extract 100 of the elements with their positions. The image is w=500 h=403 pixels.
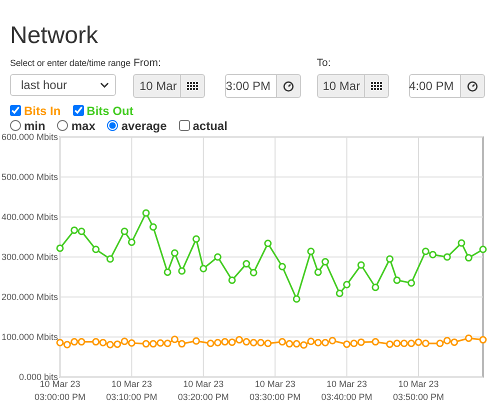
point [314, 338, 322, 346]
point [429, 250, 437, 258]
point [228, 276, 236, 284]
time-field[interactable]: 4:00 PM [408, 74, 461, 98]
point [322, 258, 330, 266]
point [300, 341, 308, 349]
point [142, 340, 150, 348]
point [350, 340, 358, 348]
mode-checkbox[interactable] [178, 120, 190, 131]
point [436, 340, 444, 348]
page-title: Network [9, 21, 100, 51]
date-field[interactable]: 10 Mar [133, 74, 182, 98]
point [170, 249, 178, 257]
time-field[interactable]: 3:00 PM [225, 74, 278, 98]
point [357, 261, 365, 269]
clock-button[interactable] [460, 74, 485, 98]
point [164, 268, 172, 276]
point [286, 340, 294, 348]
point [106, 255, 114, 263]
point [250, 268, 258, 276]
point [242, 338, 250, 346]
date-label: From: [133, 56, 161, 70]
point [278, 262, 286, 270]
chevron-icon [100, 82, 109, 88]
mode-label: min [24, 118, 46, 132]
x-axis-label: 10 Mar 23 03:40:00 PM [321, 379, 372, 402]
point [128, 339, 136, 347]
point [386, 340, 394, 348]
mode-radio[interactable] [10, 120, 21, 131]
point [357, 338, 365, 346]
point [128, 238, 136, 246]
x-axis-label: 10 Mar 23 03:00:00 PM [34, 379, 86, 402]
point [235, 336, 243, 344]
point [278, 338, 286, 346]
point [256, 338, 264, 346]
x-axis-label: 10 Mar 23 03:20:00 PM [178, 379, 229, 402]
point [393, 340, 401, 348]
point [242, 260, 250, 268]
point [292, 295, 300, 303]
clock-icon [283, 80, 294, 92]
point [408, 340, 416, 348]
point [214, 338, 222, 346]
x-axis-label: 10 Mar 23 03:10:00 PM [106, 379, 158, 402]
point [120, 228, 128, 236]
series-checkbox[interactable] [10, 105, 21, 116]
y-axis-label: 200.000 Mbits [1, 292, 58, 302]
mode-label: average [121, 118, 167, 132]
x-axis-label: 10 Mar 23 03:30:00 PM [250, 379, 301, 402]
point [322, 338, 330, 346]
point [120, 338, 128, 346]
mode-radio[interactable] [57, 120, 68, 131]
point [372, 338, 380, 346]
calendar-button[interactable] [364, 74, 389, 98]
point [292, 340, 300, 348]
mode-label: max [71, 118, 96, 132]
range-label: Select or enter date/time range [10, 57, 130, 70]
point [70, 338, 78, 346]
point [479, 336, 487, 344]
point [443, 253, 451, 261]
point [228, 338, 236, 346]
point [372, 284, 380, 292]
point [479, 246, 487, 254]
point [450, 338, 458, 346]
range-select[interactable]: last hour [10, 74, 116, 96]
point [414, 338, 422, 346]
point [408, 279, 416, 287]
point [343, 280, 351, 288]
point [149, 223, 157, 231]
point [178, 340, 186, 348]
mode-radio[interactable] [107, 120, 118, 131]
point [178, 267, 186, 275]
point [56, 338, 64, 346]
mode-label: actual [192, 118, 228, 132]
y-axis-label: 300.000 Mbits [1, 252, 58, 262]
series-label: Bits Out [86, 104, 134, 118]
point [264, 340, 272, 348]
clock-button[interactable] [277, 74, 302, 98]
y-axis-label: 100.000 Mbits [1, 332, 58, 342]
y-axis-label: 400.000 Mbits [1, 212, 58, 222]
calendar-button[interactable] [181, 74, 206, 98]
point [114, 340, 122, 348]
point [443, 336, 451, 344]
point [464, 334, 472, 342]
y-axis-label: 600.000 Mbits [1, 133, 58, 142]
point [264, 240, 272, 248]
point [464, 254, 472, 262]
point [78, 338, 86, 346]
point [142, 209, 150, 217]
point [78, 228, 86, 236]
series-checkbox[interactable] [72, 105, 84, 116]
series-label: Bits In [24, 104, 61, 118]
calendar-icon [187, 82, 198, 90]
point [400, 340, 408, 348]
calendar-icon [370, 82, 382, 90]
point [422, 248, 430, 256]
date-label: To: [316, 56, 331, 70]
point [336, 290, 344, 298]
date-field[interactable]: 10 Mar [316, 74, 365, 98]
point [307, 248, 315, 256]
point [422, 340, 430, 348]
